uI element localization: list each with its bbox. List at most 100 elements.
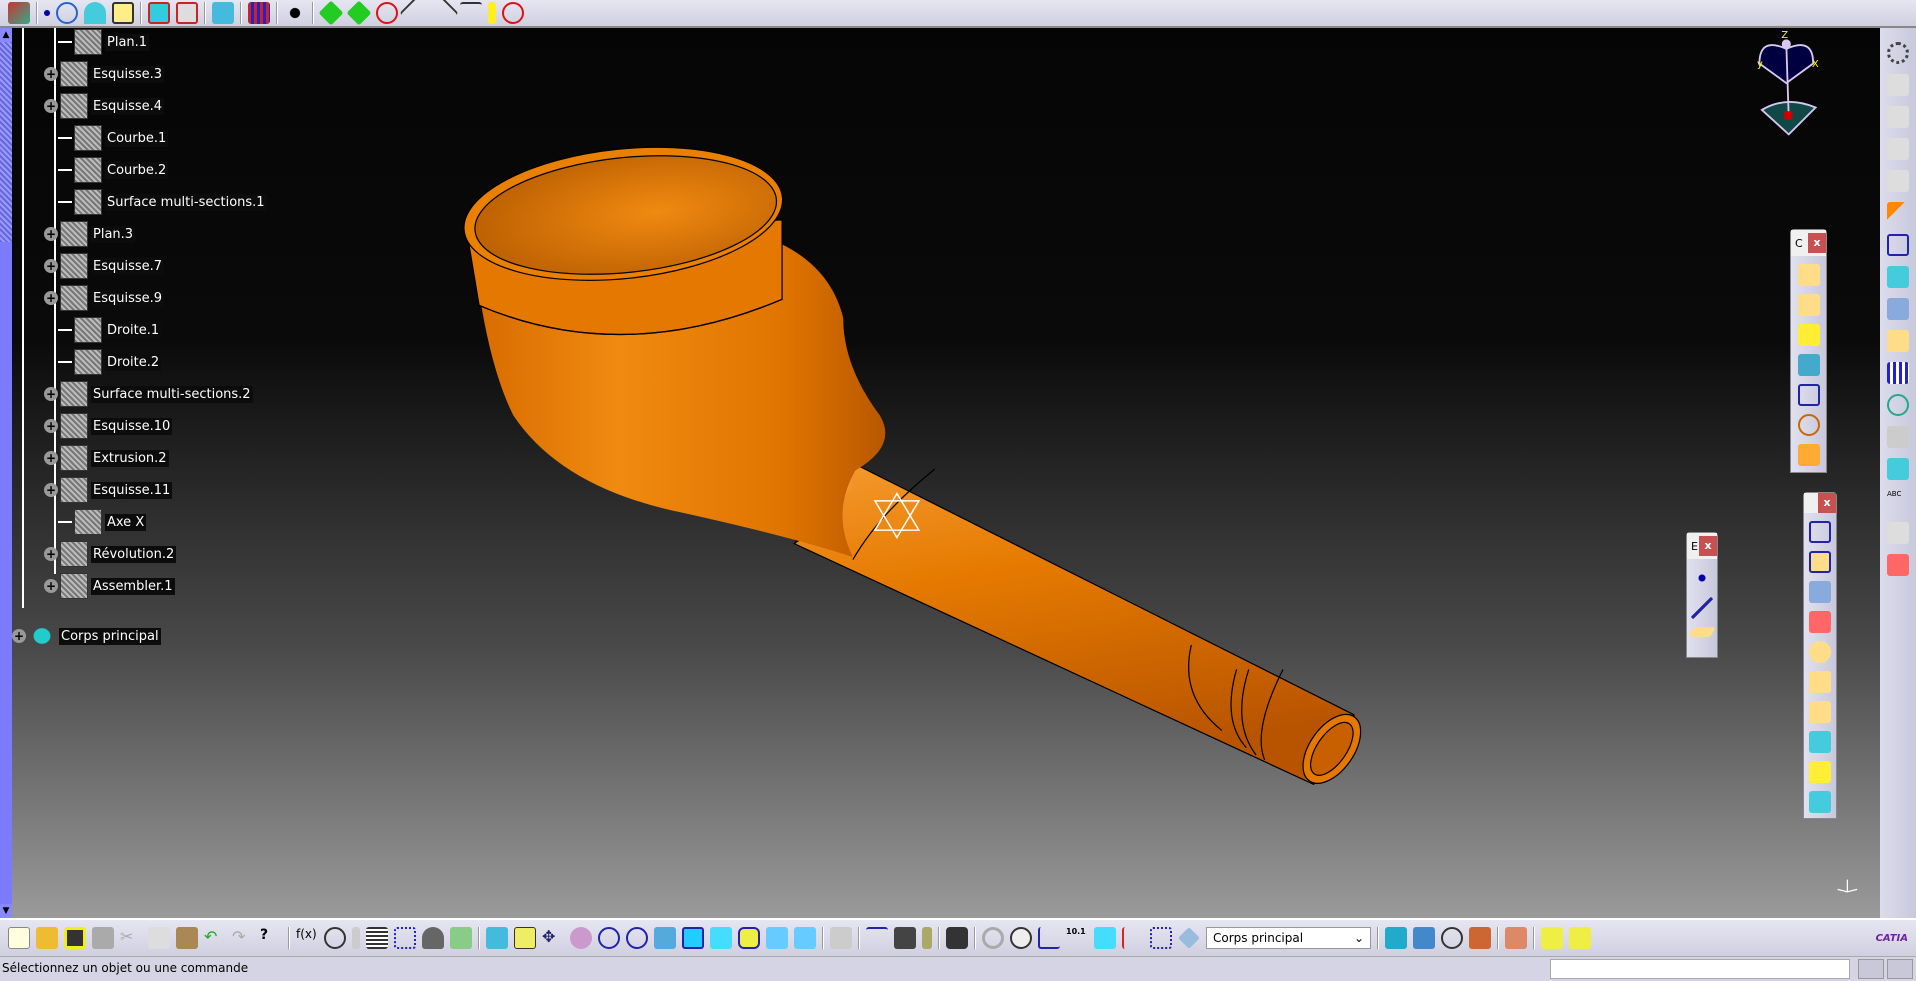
axis-system-icon[interactable] [1385, 927, 1407, 949]
axis-icon[interactable] [1038, 927, 1060, 949]
scroll-up-arrow[interactable]: ▲ [0, 28, 12, 42]
draft-analysis-icon[interactable] [1469, 927, 1491, 949]
parameter-icon[interactable] [352, 927, 360, 949]
close-button[interactable]: x [1699, 536, 1717, 556]
zoom-in-icon[interactable] [598, 927, 620, 949]
transform-icon[interactable] [1887, 330, 1909, 352]
fly-icon[interactable] [486, 927, 508, 949]
tree-item[interactable]: + Surface multi-sections.2 [44, 380, 253, 408]
tree-item[interactable]: + Plan.3 [44, 220, 136, 248]
tree-item[interactable]: + Esquisse.7 [44, 252, 165, 280]
wireframe-icon[interactable] [1887, 266, 1909, 288]
tree-item[interactable]: + Esquisse.4 [44, 92, 165, 120]
shading-icon[interactable] [738, 927, 760, 949]
tree-item[interactable]: Courbe.1 [44, 124, 169, 152]
thickness-icon[interactable] [1797, 384, 1820, 406]
hand-icon[interactable] [1010, 927, 1032, 949]
pocket-icon[interactable] [1809, 551, 1831, 573]
tree-item[interactable]: Courbe.2 [44, 156, 169, 184]
swap-space-icon[interactable] [794, 927, 816, 949]
catalog-browser-icon[interactable] [1569, 927, 1591, 949]
tree-root-corps-principal[interactable]: + Corps principal [12, 622, 161, 650]
groove-icon[interactable] [1809, 641, 1831, 663]
formula-icon[interactable]: f(x) [296, 927, 318, 949]
tree-item[interactable]: Plan.1 [44, 28, 150, 56]
pad-icon[interactable] [1809, 521, 1831, 543]
tree-item[interactable]: + Esquisse.3 [44, 60, 165, 88]
line-icon[interactable] [1691, 597, 1713, 619]
boolean-icon[interactable] [1887, 298, 1909, 320]
iso-view-icon[interactable] [710, 927, 732, 949]
open-folder-icon[interactable] [36, 927, 58, 949]
measure-item-icon[interactable] [894, 927, 916, 949]
pan-icon[interactable]: ✥ [542, 927, 564, 949]
update-icon[interactable] [830, 927, 852, 949]
compass[interactable]: Z X y [1757, 30, 1819, 136]
analysis-icon[interactable] [1887, 426, 1909, 448]
close-button[interactable]: x [1808, 233, 1826, 253]
history-button[interactable] [1858, 959, 1884, 979]
inertia-icon[interactable] [922, 927, 932, 949]
remove-face-icon[interactable] [1797, 444, 1820, 466]
catalog-icon[interactable] [1541, 927, 1563, 949]
select-arrow-icon[interactable] [1887, 202, 1909, 224]
design-table-icon[interactable] [366, 927, 388, 949]
tree-item[interactable]: + Esquisse.9 [44, 284, 165, 312]
insert-ordered-icon[interactable] [1887, 170, 1909, 192]
apply-material-icon[interactable] [1505, 927, 1527, 949]
expand-icon[interactable]: + [44, 547, 58, 561]
surface-analysis-icon[interactable] [1413, 927, 1435, 949]
equation-icon[interactable] [450, 927, 472, 949]
floating-toolbar-c[interactable]: Cx [1790, 229, 1827, 473]
tree-scrollbar[interactable]: ▲ ▼ [0, 28, 12, 918]
point-icon[interactable] [1691, 567, 1713, 589]
redo-icon[interactable]: ↷ [232, 927, 254, 949]
paste-icon[interactable] [176, 927, 198, 949]
cut-icon[interactable]: ✂ [120, 927, 142, 949]
floating-toolbar-e[interactable]: Ex [1686, 532, 1718, 658]
lock-button[interactable] [1887, 959, 1913, 979]
expand-icon[interactable]: + [44, 259, 58, 273]
gear-icon[interactable] [1887, 42, 1909, 64]
scroll-down-arrow[interactable]: ▼ [0, 904, 12, 918]
stiffener-icon[interactable] [1809, 731, 1831, 753]
body-icon[interactable] [1178, 927, 1200, 949]
fillet-icon[interactable] [1797, 264, 1820, 286]
slot-icon[interactable] [1809, 701, 1831, 723]
floating-toolbar-2[interactable]: ​x [1803, 492, 1837, 819]
material-icon[interactable] [1887, 458, 1909, 480]
new-file-icon[interactable] [8, 927, 30, 949]
lock-icon[interactable] [422, 927, 444, 949]
tree-item[interactable]: Droite.2 [44, 348, 162, 376]
fit-all-icon[interactable] [514, 927, 536, 949]
save-icon[interactable] [64, 927, 86, 949]
expand-icon[interactable]: + [44, 291, 58, 305]
list-icon[interactable] [1150, 927, 1172, 949]
hole-icon[interactable] [1809, 671, 1831, 693]
insert-set-icon[interactable] [1887, 106, 1909, 128]
pattern-icon[interactable] [1887, 362, 1909, 384]
apply-material-icon[interactable] [1887, 554, 1909, 576]
tree-item[interactable]: + Assembler.1 [44, 572, 175, 600]
expand-icon[interactable]: + [44, 227, 58, 241]
define-work-object-icon[interactable] [1122, 927, 1144, 949]
chamfer-icon[interactable] [1797, 294, 1820, 316]
multi-view-icon[interactable] [682, 927, 704, 949]
rotate-view-icon[interactable] [570, 927, 592, 949]
sketcher-icon[interactable] [1887, 234, 1909, 256]
plane-icon[interactable] [1688, 627, 1716, 637]
measure-between-icon[interactable] [866, 927, 888, 949]
thread-icon[interactable] [1797, 414, 1820, 436]
expand-icon[interactable]: + [12, 629, 26, 643]
help-icon[interactable]: ? [260, 927, 282, 949]
command-input[interactable] [1550, 959, 1850, 979]
expand-icon[interactable]: + [44, 387, 58, 401]
refresh-icon[interactable] [982, 927, 1004, 949]
zoom-out-icon[interactable] [626, 927, 648, 949]
current-body-select[interactable]: Corps principal ⌄ [1206, 927, 1371, 949]
insert-body-icon[interactable] [1887, 74, 1909, 96]
units-icon[interactable]: 10.1 [1066, 927, 1088, 949]
expand-icon[interactable]: + [44, 419, 58, 433]
expand-icon[interactable]: + [44, 451, 58, 465]
tree-item[interactable]: + Extrusion.2 [44, 444, 169, 472]
